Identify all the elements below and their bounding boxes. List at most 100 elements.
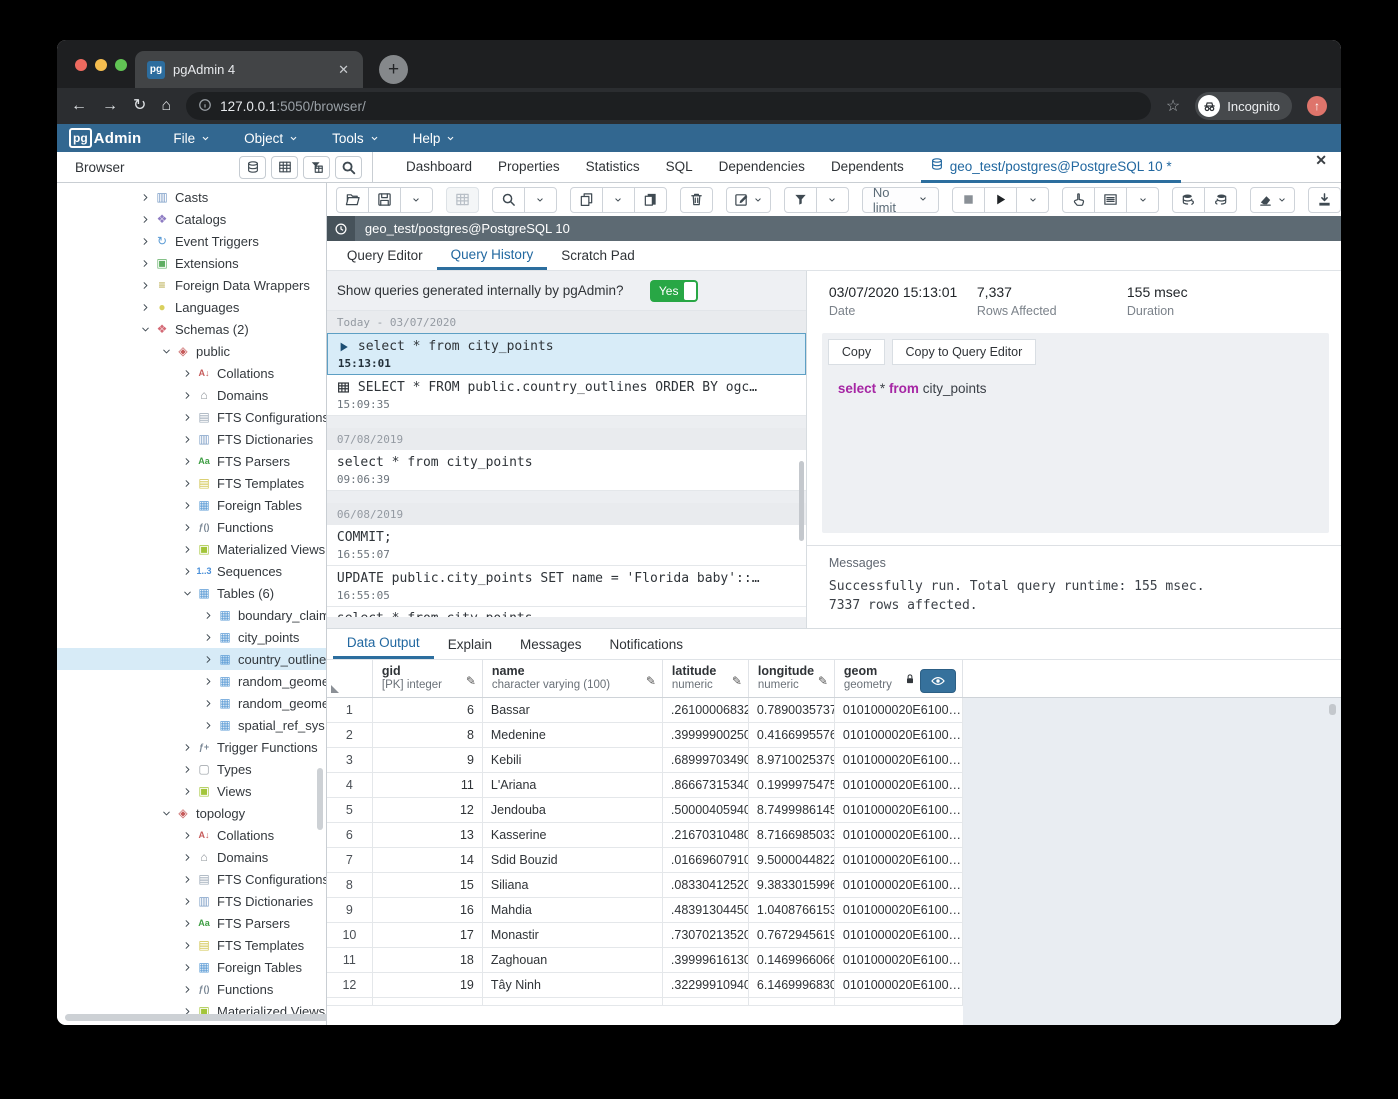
new-tab-button[interactable]: + <box>379 55 408 84</box>
history-entry[interactable]: SELECT * FROM public.country_outlines OR… <box>327 375 806 416</box>
sidebar-item-functions[interactable]: ƒ()Functions <box>57 516 326 538</box>
sidebar-item-extensions[interactable]: ▣Extensions <box>57 252 326 274</box>
play-button[interactable] <box>984 187 1017 213</box>
grid-cell[interactable]: 0.14699660660 <box>749 948 835 973</box>
row-number-cell[interactable]: 1 <box>327 698 373 723</box>
sidebar-item-fts-dictionaries[interactable]: ▥FTS Dictionaries <box>57 890 326 912</box>
tab-dashboard[interactable]: Dashboard <box>393 152 485 182</box>
grid-cell[interactable]: .68999703490 <box>663 748 749 773</box>
grid-cell[interactable]: 18 <box>373 948 483 973</box>
grid-cell[interactable]: 12 <box>373 798 483 823</box>
sidebar-item-domains[interactable]: ⌂Domains <box>57 384 326 406</box>
internal-queries-toggle[interactable]: Yes <box>650 280 698 302</box>
grid-cell[interactable]: Monastir <box>483 923 663 948</box>
chevron-right-icon[interactable] <box>179 391 195 400</box>
grid-cell[interactable]: 9.50000448226 <box>749 848 835 873</box>
select-all-corner[interactable] <box>327 660 373 697</box>
caret-down-button[interactable] <box>524 187 557 213</box>
grid-cell[interactable]: 0.41669955760 <box>749 723 835 748</box>
caret-down-button[interactable] <box>816 187 849 213</box>
chevron-right-icon[interactable] <box>179 919 195 928</box>
window-close-button[interactable] <box>75 59 87 71</box>
sidebar-item-domains[interactable]: ⌂Domains <box>57 846 326 868</box>
grid-cell[interactable]: Medenine <box>483 723 663 748</box>
grid-cell[interactable]: .50000405940 <box>663 798 749 823</box>
history-entry[interactable]: select * from city_points15:13:01 <box>327 333 806 375</box>
search-button[interactable] <box>335 156 362 179</box>
row-number-cell[interactable]: 5 <box>327 798 373 823</box>
chevron-right-icon[interactable] <box>179 963 195 972</box>
paste-button[interactable] <box>634 187 667 213</box>
grid-cell[interactable]: .01669607910 <box>663 848 749 873</box>
tab-statistics[interactable]: Statistics <box>573 152 653 182</box>
grid-cell[interactable]: 11 <box>373 773 483 798</box>
grid-cell[interactable]: 1.04087661530 <box>749 898 835 923</box>
copy-button[interactable]: Copy <box>828 339 885 365</box>
grid-cell[interactable]: 0101000020E6100… <box>835 973 963 998</box>
tab-sql[interactable]: SQL <box>653 152 706 182</box>
grid-scrollbar[interactable] <box>1329 704 1336 715</box>
chevron-right-icon[interactable] <box>179 787 195 796</box>
reload-icon[interactable]: ↻ <box>133 98 146 114</box>
row-number-cell[interactable]: 10 <box>327 923 373 948</box>
grid-cell[interactable]: Siliana <box>483 873 663 898</box>
grid-cell[interactable]: 14 <box>373 848 483 873</box>
sidebar-item-fts-templates[interactable]: ▤FTS Templates <box>57 934 326 956</box>
chevron-down-icon[interactable] <box>137 325 153 334</box>
chevron-right-icon[interactable] <box>179 545 195 554</box>
chevron-down-icon[interactable] <box>158 347 174 356</box>
chevron-right-icon[interactable] <box>137 215 153 224</box>
grid-cell[interactable]: Zaghouan <box>483 948 663 973</box>
chevron-right-icon[interactable] <box>200 699 216 708</box>
row-number-cell[interactable]: 7 <box>327 848 373 873</box>
menu-object[interactable]: Object <box>244 131 298 146</box>
stop-button[interactable] <box>952 187 985 213</box>
history-entry[interactable]: select * from city_points <box>327 607 806 617</box>
tab-query-editor[interactable]: Query Editor <box>333 241 437 270</box>
sidebar-item-materialized-views[interactable]: ▣Materialized Views <box>57 538 326 560</box>
filter-button[interactable] <box>784 187 817 213</box>
grid-cell[interactable]: .32299910940 <box>663 973 749 998</box>
site-info-icon[interactable] <box>198 98 212 115</box>
grid-cell[interactable]: .26100006832 <box>663 698 749 723</box>
chevron-right-icon[interactable] <box>200 633 216 642</box>
row-number-cell[interactable]: 8 <box>327 873 373 898</box>
grid-cell[interactable]: .39999900250 <box>663 723 749 748</box>
grid-cell[interactable]: 0101000020E6100… <box>835 798 963 823</box>
sidebar-item-tables-6[interactable]: ▦Tables (6) <box>57 582 326 604</box>
sidebar-item-views[interactable]: ▣Views <box>57 780 326 802</box>
grid-cell[interactable]: 0.78900357378 <box>749 698 835 723</box>
sidebar-item-spatial-ref-sys[interactable]: ▦spatial_ref_sys <box>57 714 326 736</box>
sidebar-item-fts-dictionaries[interactable]: ▥FTS Dictionaries <box>57 428 326 450</box>
list-button[interactable] <box>1094 187 1127 213</box>
search-button[interactable] <box>492 187 525 213</box>
forward-icon[interactable]: → <box>102 98 118 114</box>
eraser-button[interactable] <box>1250 187 1295 213</box>
grid-cell[interactable]: .48391304450 <box>663 898 749 923</box>
chevron-right-icon[interactable] <box>179 831 195 840</box>
row-number-cell[interactable]: 12 <box>327 973 373 998</box>
chevron-down-icon[interactable] <box>158 809 174 818</box>
sidebar-item-catalogs[interactable]: ❖Catalogs <box>57 208 326 230</box>
sidebar-item-boundary-claims[interactable]: ▦boundary_claims <box>57 604 326 626</box>
history-entry[interactable]: COMMIT;16:55:07 <box>327 525 806 566</box>
grid-cell[interactable]: 0.19999754750 <box>749 773 835 798</box>
column-header-gid[interactable]: gid[PK] integer✎ <box>373 660 483 697</box>
sidebar-vertical-scrollbar[interactable] <box>317 768 323 830</box>
download-button[interactable] <box>1308 187 1341 213</box>
commit-button[interactable] <box>1172 187 1205 213</box>
tab-scratch-pad[interactable]: Scratch Pad <box>547 241 649 270</box>
chevron-right-icon[interactable] <box>179 941 195 950</box>
browser-tab[interactable]: pg pgAdmin 4 ✕ <box>135 51 363 88</box>
copy-to-query-editor-button[interactable]: Copy to Query Editor <box>892 339 1037 365</box>
sidebar-item-country-outlines[interactable]: ▦country_outlines <box>57 648 326 670</box>
grid-cell[interactable]: 17 <box>373 923 483 948</box>
history-scrollbar[interactable] <box>799 461 804 541</box>
grid-cell[interactable]: 9.38330159966 <box>749 873 835 898</box>
chevron-right-icon[interactable] <box>179 501 195 510</box>
chevron-right-icon[interactable] <box>137 193 153 202</box>
sidebar-item-fts-configurations[interactable]: ▤FTS Configurations <box>57 868 326 890</box>
sidebar-item-event-triggers[interactable]: ↻Event Triggers <box>57 230 326 252</box>
sidebar-item-public[interactable]: ◈public <box>57 340 326 362</box>
grid-cell[interactable]: 13 <box>373 823 483 848</box>
